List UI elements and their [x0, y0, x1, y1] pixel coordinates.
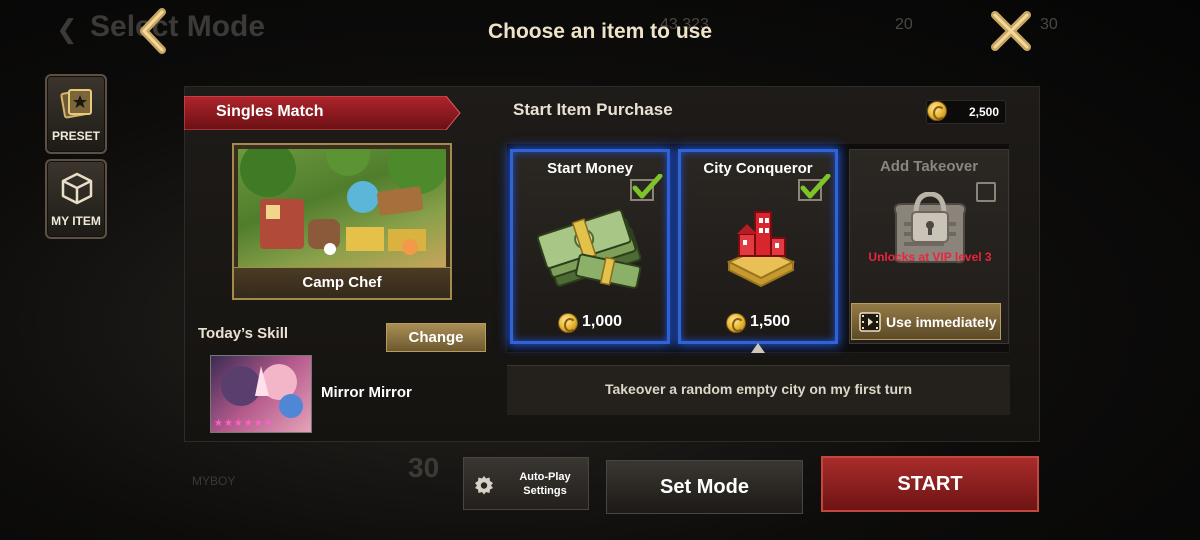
item-checkbox[interactable]: [976, 182, 996, 202]
map-name: Camp Chef: [234, 267, 450, 298]
item-description-text: Takeover a random empty city on my first…: [604, 381, 913, 397]
purchase-heading: Start Item Purchase: [513, 100, 673, 119]
coin-icon: [927, 101, 947, 121]
auto-play-settings-button[interactable]: Auto-Play Settings: [463, 457, 589, 510]
item-title: Add Takeover: [879, 158, 979, 175]
change-skill-button[interactable]: Change: [386, 323, 486, 352]
close-button[interactable]: [988, 8, 1034, 54]
preset-label: PRESET: [51, 129, 100, 143]
use-immediately-label: Use immediately: [886, 314, 997, 330]
skill-card-thumbnail[interactable]: ★★★★★★: [210, 355, 312, 433]
preset-card-icon: [60, 89, 92, 119]
map-thumbnail: [238, 149, 446, 268]
skill-name: Mirror Mirror: [321, 384, 412, 401]
background-bottom-value: 30: [408, 452, 440, 483]
item-price: 1,000: [513, 313, 667, 333]
preset-button[interactable]: PRESET: [45, 74, 107, 154]
item-card-start-money[interactable]: Start Money 1,000: [510, 149, 670, 344]
my-item-label: MY ITEM: [51, 214, 101, 228]
close-x-icon: [991, 11, 1031, 51]
description-pointer-icon: [751, 343, 765, 353]
balance-value: 2,500: [968, 105, 999, 119]
cash-stack-icon: [537, 209, 642, 289]
item-price: 1,500: [681, 313, 835, 333]
use-immediately-button[interactable]: Use immediately: [851, 303, 1001, 340]
item-card-city-conqueror[interactable]: City Conqueror 1,500: [678, 149, 838, 344]
my-item-button[interactable]: MY ITEM: [45, 159, 107, 239]
skill-heading: Today’s Skill: [198, 325, 289, 342]
set-mode-button[interactable]: Set Mode: [606, 460, 803, 514]
map-card[interactable]: Camp Chef: [232, 143, 452, 300]
cube-icon: [61, 172, 93, 205]
price-value: 1,000: [581, 313, 623, 330]
city-buildings-icon: [726, 211, 796, 288]
price-value: 1,500: [749, 313, 791, 330]
auto-play-label: Auto-Play Settings: [519, 471, 571, 497]
check-icon: [798, 174, 831, 201]
gear-icon: [475, 476, 493, 495]
background-player-name: MYBOY: [192, 474, 236, 488]
start-button[interactable]: START: [821, 456, 1039, 512]
coin-icon: [558, 313, 578, 333]
coin-icon: [726, 313, 746, 333]
item-description: Takeover a random empty city on my first…: [507, 365, 1010, 415]
skill-star-rating: ★★★★★★: [214, 418, 274, 429]
back-button[interactable]: [134, 8, 174, 54]
video-film-icon: [859, 312, 881, 332]
mode-label: Singles Match: [216, 103, 324, 120]
check-icon: [630, 174, 663, 201]
vip-lock-text: Unlocks at VIP level 3: [868, 250, 992, 264]
back-arrow-icon: [140, 8, 166, 54]
